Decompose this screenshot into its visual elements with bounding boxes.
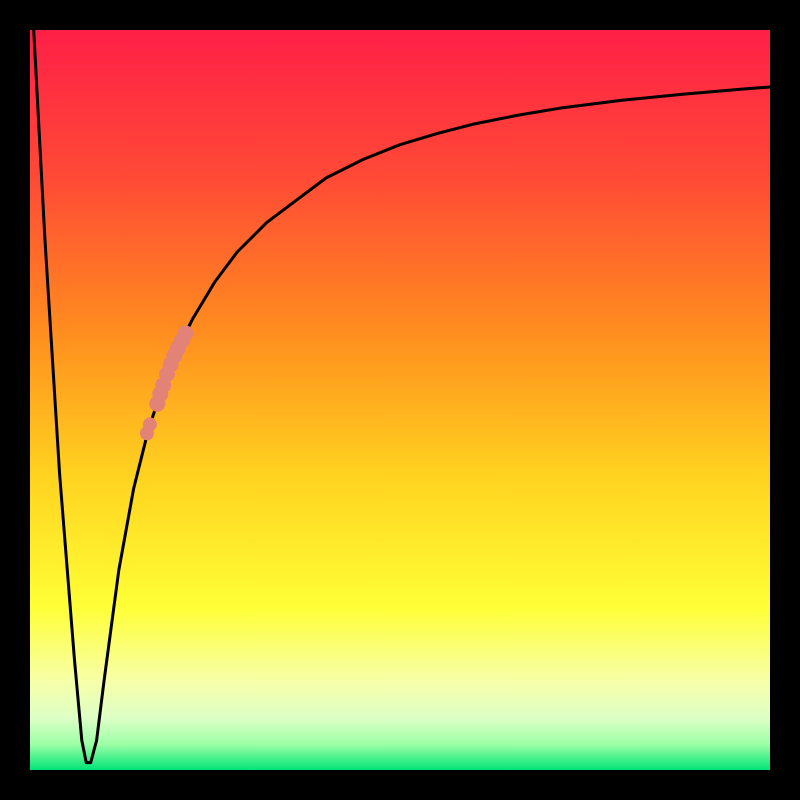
marker-dot — [149, 396, 165, 412]
marker-dot — [140, 426, 154, 440]
plot-background — [30, 30, 770, 770]
chart-container: { "attribution": "TheBottleneck.com", "c… — [0, 0, 800, 800]
bottleneck-chart — [0, 0, 800, 800]
